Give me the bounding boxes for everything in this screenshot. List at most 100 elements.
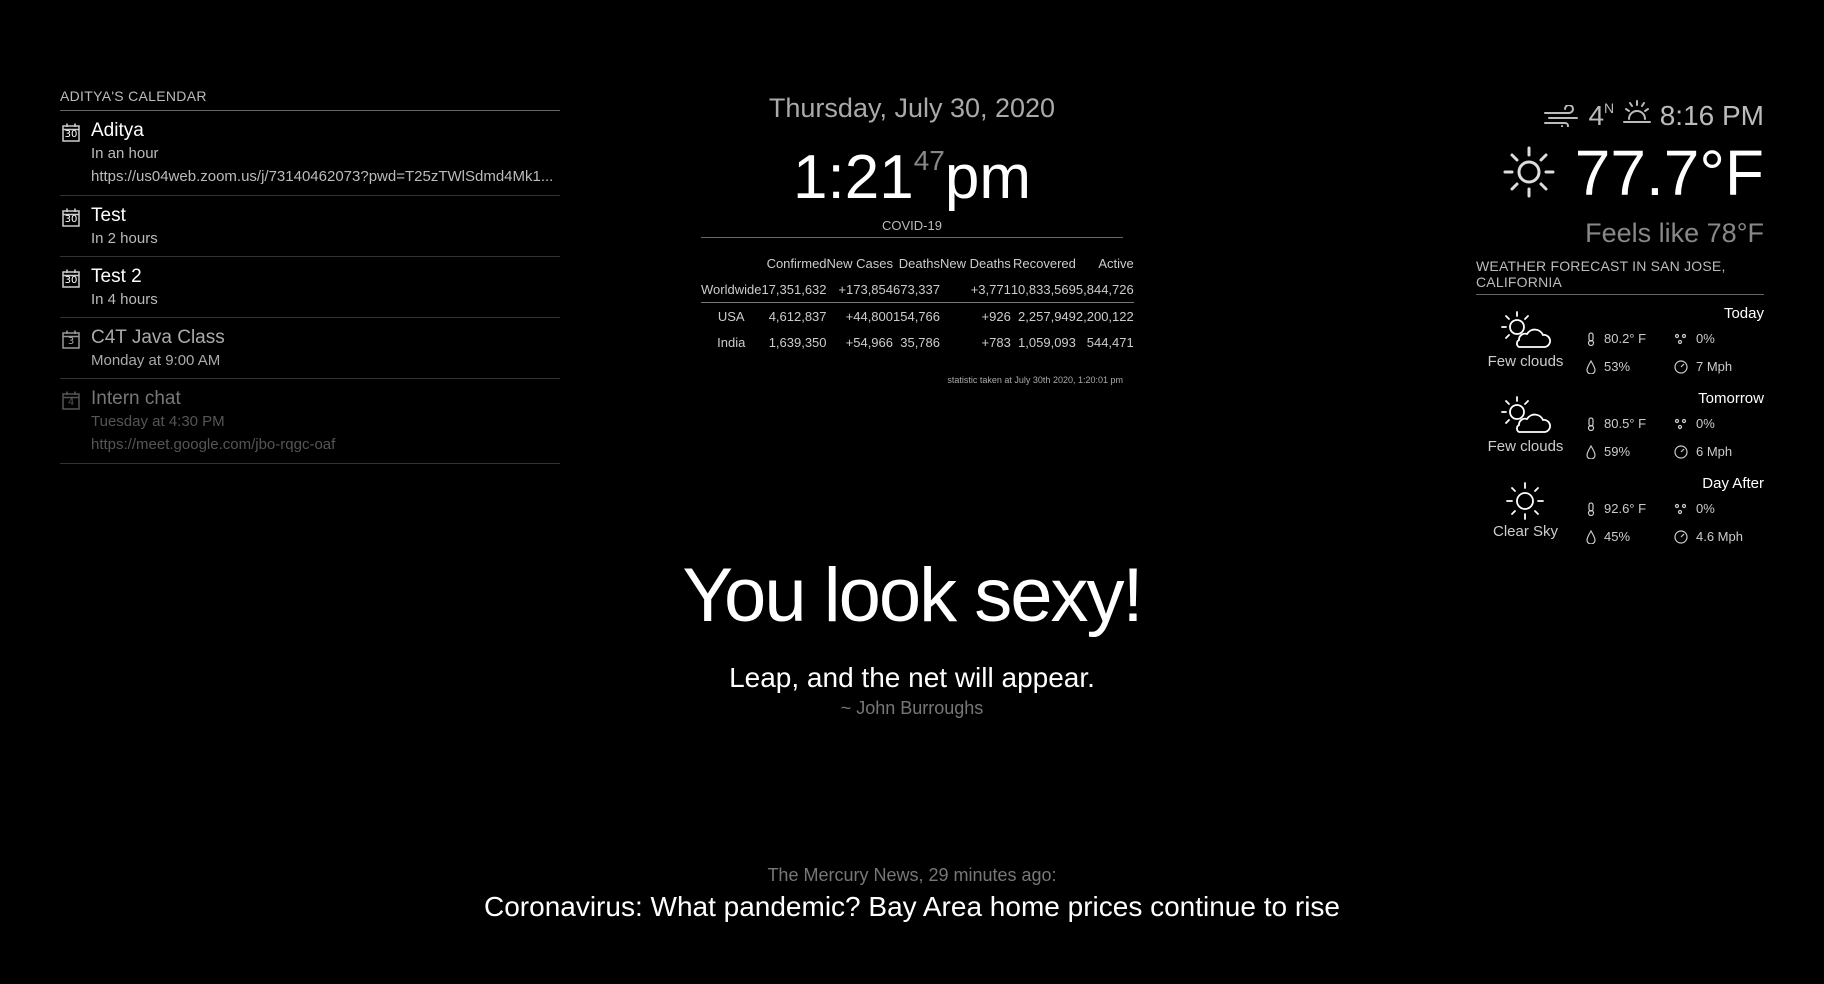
covid-recovered: 1,059,093 <box>1018 334 1076 350</box>
humidity-drop-icon <box>1586 529 1596 545</box>
forecast-wind: 7 Mph <box>1674 359 1732 374</box>
forecast-wind: 6 Mph <box>1674 444 1732 459</box>
calendar-icon: 4 <box>62 391 80 410</box>
covid-new-deaths: +783 <box>981 334 1011 350</box>
news-module: The Mercury News, 29 minutes ago: Corona… <box>0 862 1824 926</box>
covid-deaths: 673,337 <box>893 276 940 303</box>
covid-col-new-cases: New Cases <box>826 255 893 271</box>
quote-author: ~ John Burroughs <box>840 698 984 718</box>
forecast-humidity: 45% <box>1586 529 1630 545</box>
event-time: Monday at 9:00 AM <box>91 352 221 369</box>
covid-header-row: Confirmed New Cases Deaths New Deaths Re… <box>701 250 1134 276</box>
partly-cloudy-icon <box>1497 394 1553 438</box>
calendar-event[interactable]: 30 Aditya In an hour https://us04web.zoo… <box>60 111 560 196</box>
thermometer-icon <box>1587 332 1595 347</box>
covid-table: Confirmed New Cases Deaths New Deaths Re… <box>701 250 1134 355</box>
calendar-icon-day: 30 <box>64 129 78 140</box>
covid-country: USA <box>717 308 745 324</box>
forecast-condition: Clear Sky <box>1492 523 1559 540</box>
forecast-temp-value: 80.2° F <box>1604 331 1647 346</box>
forecast-day-label: Tomorrow <box>1698 390 1764 407</box>
event-link[interactable]: https://meet.google.com/jbo-rqgc-oaf <box>91 433 560 457</box>
forecast-precip-value: 0% <box>1696 501 1715 516</box>
forecast-precip: 0% <box>1674 331 1715 346</box>
forecast-condition: Few clouds <box>1487 353 1564 370</box>
covid-col-recovered: Recovered <box>1013 255 1076 271</box>
covid-row: India 1,639,350 +54,966 35,786 +783 1,05… <box>701 329 1134 355</box>
forecast-day: Few clouds Tomorrow 80.5° F 0% 59% 6 Mph <box>1476 380 1764 465</box>
rain-drops-icon <box>1674 333 1687 345</box>
calendar-icon-day: 30 <box>64 214 78 225</box>
calendar-icon: 3 <box>62 330 80 349</box>
forecast-humidity: 53% <box>1586 359 1630 375</box>
clock-hours-minutes: 1:21 <box>793 143 914 212</box>
forecast-wind-value: 6 Mph <box>1696 444 1733 459</box>
calendar-event[interactable]: 4 Intern chat Tuesday at 4:30 PM https:/… <box>60 379 560 464</box>
forecast-wind-value: 7 Mph <box>1696 359 1733 374</box>
current-temperature: 77.7°F <box>1574 137 1764 210</box>
forecast-day-label: Day After <box>1702 475 1764 492</box>
forecast-precip-value: 0% <box>1696 416 1715 431</box>
covid-module: COVID-19 Confirmed New Cases Deaths New … <box>701 218 1134 385</box>
covid-confirmed: 1,639,350 <box>768 334 827 350</box>
covid-col-deaths: Deaths <box>898 255 940 271</box>
forecast-wind: 4.6 Mph <box>1674 529 1743 544</box>
covid-row: USA 4,612,837 +44,800 154,766 +926 2,257… <box>701 303 1134 330</box>
sun-icon <box>1501 143 1557 213</box>
forecast-temp: 80.5° F <box>1586 416 1647 432</box>
covid-header: COVID-19 <box>701 218 1123 238</box>
forecast-temp: 80.2° F <box>1586 331 1647 347</box>
forecast-precip-value: 0% <box>1696 331 1715 346</box>
forecast-wind-value: 4.6 Mph <box>1696 529 1743 544</box>
event-link[interactable]: https://us04web.zoom.us/j/73140462073?pw… <box>91 165 560 189</box>
forecast-day: Clear Sky Day After 92.6° F 0% 45% 4.6 M… <box>1476 465 1764 550</box>
forecast-header: WEATHER FORECAST IN SAN JOSE, CALIFORNIA <box>1476 258 1764 295</box>
calendar-icon-day: 3 <box>67 336 75 347</box>
wind-icon <box>1543 98 1581 138</box>
covid-active: 5,844,726 <box>1075 276 1134 303</box>
rain-drops-icon <box>1674 503 1687 515</box>
thermometer-icon <box>1587 417 1595 432</box>
forecast-precip: 0% <box>1674 501 1715 516</box>
covid-new-cases: +44,800 <box>845 308 893 324</box>
calendar-event[interactable]: 30 Test 2 In 4 hours <box>60 257 560 318</box>
event-title: C4T Java Class <box>91 327 225 348</box>
calendar-event[interactable]: 3 C4T Java Class Monday at 9:00 AM <box>60 318 560 379</box>
event-title: Aditya <box>91 120 144 141</box>
event-title: Test <box>91 205 126 226</box>
sunset-time: 8:16 PM <box>1659 100 1764 131</box>
calendar-event[interactable]: 30 Test In 2 hours <box>60 196 560 257</box>
calendar-header: ADITYA'S CALENDAR <box>60 88 560 111</box>
partly-cloudy-icon <box>1497 309 1553 353</box>
covid-col-new-deaths: New Deaths <box>940 255 1011 271</box>
forecast-humidity-value: 59% <box>1604 444 1631 459</box>
covid-active: 544,471 <box>1086 334 1134 350</box>
covid-deaths: 35,786 <box>900 334 940 350</box>
covid-new-cases: +54,966 <box>845 334 893 350</box>
quote-module: Leap, and the net will appear. ~ John Bu… <box>0 660 1824 720</box>
news-headline[interactable]: Coronavirus: What pandemic? Bay Area hom… <box>0 888 1824 926</box>
wind-gauge-icon <box>1674 445 1688 459</box>
wind-gauge-icon <box>1674 530 1688 544</box>
covid-timestamp: statistic taken at July 30th 2020, 1:20:… <box>947 375 1123 385</box>
clock-period: pm <box>944 143 1031 212</box>
calendar-icon-day: 30 <box>64 275 78 286</box>
covid-new-deaths: +926 <box>981 308 1011 324</box>
calendar-icon-day: 4 <box>67 397 75 408</box>
quote-text: Leap, and the net will appear. <box>729 662 1095 693</box>
covid-recovered: 2,257,949 <box>1018 308 1076 324</box>
forecast-temp-value: 80.5° F <box>1604 416 1647 431</box>
news-source: The Mercury News, 29 minutes ago: <box>767 865 1057 885</box>
covid-col-country <box>701 250 761 276</box>
forecast-day-label: Today <box>1723 305 1764 322</box>
sunset-icon <box>1622 97 1652 138</box>
wind-speed: 4 <box>1588 100 1605 131</box>
humidity-drop-icon <box>1586 359 1596 375</box>
clock-seconds: 47 <box>913 145 945 176</box>
rain-drops-icon <box>1674 418 1687 430</box>
covid-country: India <box>717 334 746 350</box>
covid-active: 2,200,122 <box>1075 308 1134 324</box>
event-time: In 4 hours <box>91 291 158 308</box>
forecast-condition: Few clouds <box>1487 438 1564 455</box>
event-time: In an hour <box>91 145 159 162</box>
